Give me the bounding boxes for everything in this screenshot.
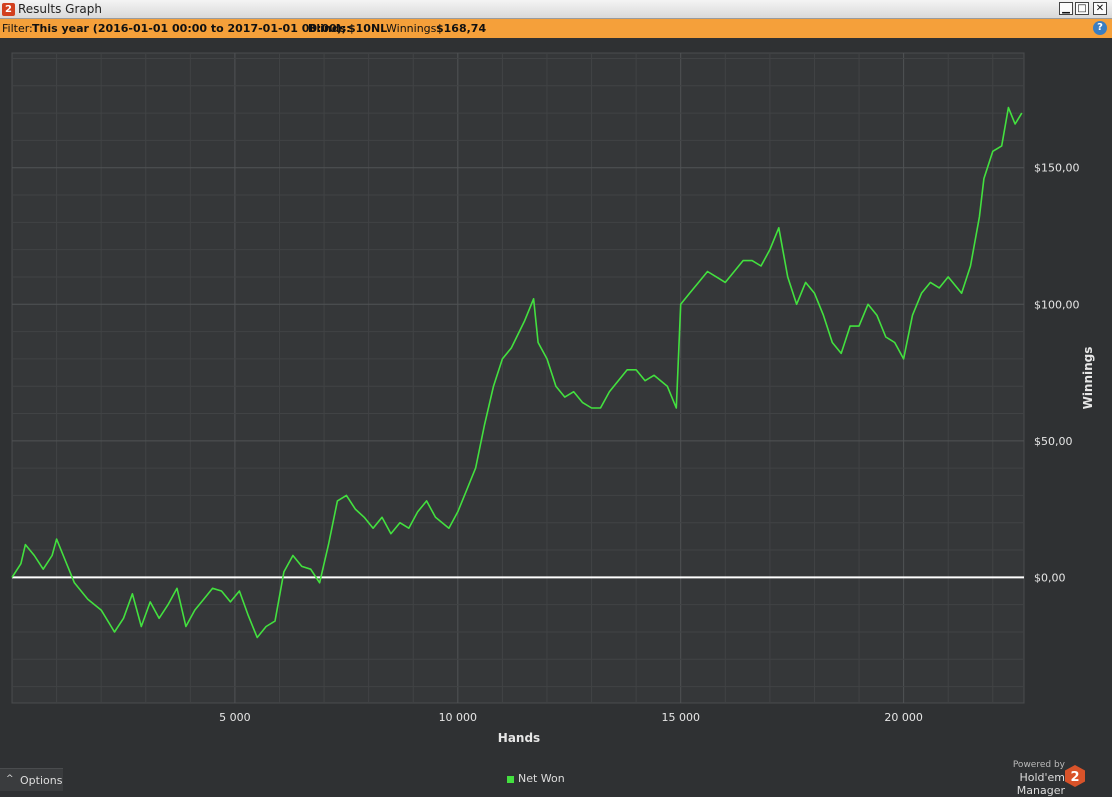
y-axis-ticks: $0,00 $50,00 $100,00 $150,00 <box>1034 162 1080 585</box>
filter-bar: Filter: This year (2016-01-01 00:00 to 2… <box>0 19 1112 38</box>
x-axis-label: Hands <box>498 731 540 745</box>
filter-prefix: Filter: <box>2 22 33 35</box>
options-button[interactable]: ^ Options <box>0 768 63 791</box>
window-title: Results Graph <box>18 2 102 16</box>
holdem-manager-logo-icon: 2 <box>1065 765 1085 787</box>
results-chart: 5 000 10 000 15 000 20 000 $0,00 $50,00 $100,… <box>11 52 1095 745</box>
title-bar: 2 Results Graph ▁ □ ✕ <box>0 0 1112 19</box>
x-tick-label: 15 000 <box>661 711 700 724</box>
maximize-button[interactable]: □ <box>1075 2 1089 15</box>
x-tick-label: 20 000 <box>884 711 923 724</box>
caret-up-icon: ^ <box>6 774 14 784</box>
help-icon[interactable]: ? <box>1093 21 1107 35</box>
x-tick-label: 10 000 <box>439 711 478 724</box>
powered-by-text: Powered by <box>1012 760 1065 770</box>
filter-winnings-value: $168,74 <box>436 22 487 35</box>
filter-blinds-value: $10NL <box>348 22 388 35</box>
filter-blinds-label: Blinds: <box>308 22 351 35</box>
filter-winnings-label: Winnings: <box>386 22 441 35</box>
y-tick-label: $0,00 <box>1034 571 1066 584</box>
close-button[interactable]: ✕ <box>1093 2 1107 15</box>
y-tick-label: $100,00 <box>1034 298 1080 311</box>
app-logo-icon: 2 <box>2 3 15 16</box>
brand-badge: 2 <box>1070 770 1079 785</box>
legend-swatch-net-won <box>507 775 514 783</box>
x-tick-label: 5 000 <box>219 711 251 724</box>
y-axis-label: Winnings <box>1081 347 1095 410</box>
powered-by: Powered by Hold'em Manager <box>970 760 1065 797</box>
y-tick-label: $50,00 <box>1034 435 1073 448</box>
plot-area <box>11 52 1025 704</box>
brand-name: Hold'em Manager <box>1016 771 1065 797</box>
y-tick-label: $150,00 <box>1034 162 1080 175</box>
legend-label-net-won: Net Won <box>518 772 565 785</box>
options-label: Options <box>20 774 63 787</box>
legend: Net Won <box>507 772 565 785</box>
x-axis-ticks: 5 000 10 000 15 000 20 000 <box>219 711 923 724</box>
filter-range: This year (2016-01-01 00:00 to 2017-01-0… <box>32 22 347 35</box>
minimize-button[interactable]: ▁ <box>1059 2 1073 15</box>
